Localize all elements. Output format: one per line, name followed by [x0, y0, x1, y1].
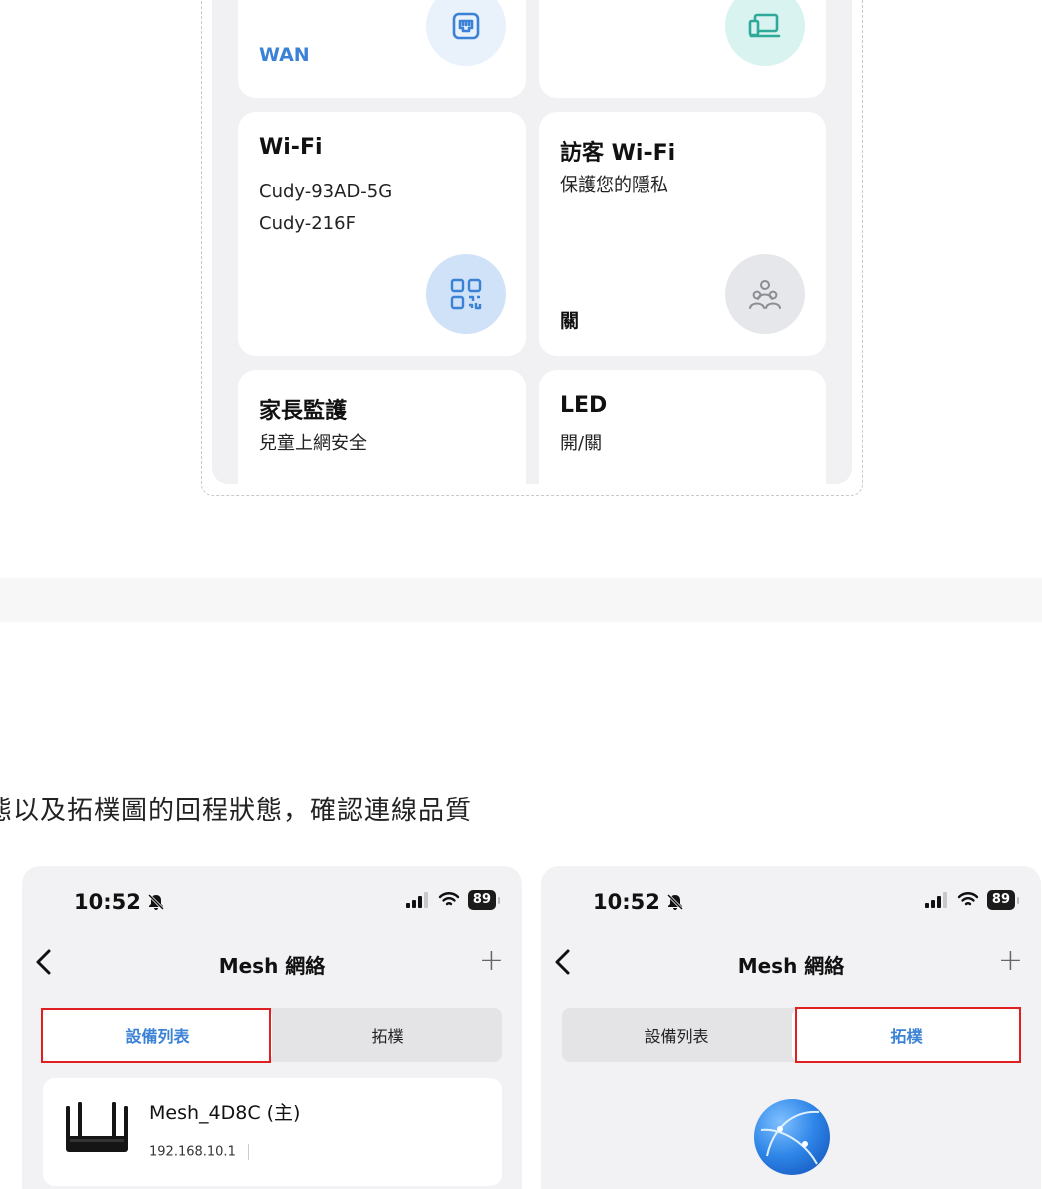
guest-wifi-subtitle: 保護您的隱私	[560, 175, 668, 196]
laptop-icon	[725, 0, 805, 66]
router-icon	[66, 1102, 128, 1152]
qr-code-icon[interactable]	[426, 254, 506, 334]
add-node-button[interactable]: +	[479, 946, 504, 976]
wan-label: WAN	[259, 44, 310, 66]
wifi-signal-icon	[957, 892, 979, 906]
tile-led[interactable]: LED 開/關	[539, 370, 826, 484]
bell-muted-icon	[147, 893, 164, 911]
highlight-box-topology	[795, 1007, 1021, 1063]
led-subtitle: 開/關	[560, 433, 603, 454]
wifi-ssid-24g: Cudy-216F	[259, 213, 356, 234]
parental-subtitle: 兒童上網安全	[259, 433, 367, 454]
battery-tip	[1017, 896, 1019, 904]
guest-wifi-title: 訪客 Wi-Fi	[560, 141, 676, 166]
tile-wifi[interactable]: Wi-Fi Cudy-93AD-5G Cudy-216F	[238, 112, 526, 356]
mesh-device-card[interactable]: Mesh_4D8C (主) 192.168.10.1	[43, 1078, 502, 1186]
status-bar-time: 10:52	[593, 890, 684, 914]
tile-wan[interactable]: WAN	[238, 0, 526, 98]
section-divider	[0, 578, 1042, 622]
phone-screen-device-list: 10:52 89 Mesh 網絡 + 設備列表 拓樸 Mesh_4D8C (主)…	[22, 866, 522, 1189]
wifi-ssid-5g: Cudy-93AD-5G	[259, 181, 393, 202]
highlight-box-device-list	[41, 1008, 271, 1063]
bell-muted-icon	[666, 893, 683, 911]
section-caption: 態以及拓樸圖的回程狀態，確認連線品質	[0, 796, 473, 826]
device-ip: 192.168.10.1	[149, 1144, 236, 1160]
status-time-text: 10:52	[74, 890, 141, 914]
ethernet-port-icon	[426, 0, 506, 66]
battery-level: 89	[986, 890, 1015, 910]
globe-icon	[754, 1099, 830, 1175]
tile-devices[interactable]	[539, 0, 826, 98]
users-icon	[725, 254, 805, 334]
wifi-signal-icon	[438, 892, 460, 906]
tab-device-list[interactable]: 設備列表	[562, 1008, 791, 1062]
tab-topology[interactable]: 拓樸	[273, 1008, 502, 1062]
battery-level: 89	[467, 890, 496, 910]
parental-title: 家長監護	[259, 399, 348, 424]
tile-guest-wifi[interactable]: 訪客 Wi-Fi 保護您的隱私 關	[539, 112, 826, 356]
device-ip-row: 192.168.10.1	[149, 1144, 249, 1160]
status-bar-time: 10:52	[74, 890, 165, 914]
add-node-button[interactable]: +	[998, 946, 1023, 976]
wifi-title: Wi-Fi	[259, 135, 323, 160]
ip-separator	[247, 1144, 249, 1160]
page-title: Mesh 網絡	[218, 954, 326, 978]
device-name: Mesh_4D8C (主)	[149, 1102, 301, 1124]
guest-wifi-status: 關	[560, 310, 580, 332]
page-title: Mesh 網絡	[737, 954, 845, 978]
led-title: LED	[560, 393, 608, 418]
signal-icon	[405, 892, 428, 908]
status-bar-indicators: 89	[924, 890, 1019, 910]
signal-icon	[924, 892, 947, 908]
status-time-text: 10:52	[593, 890, 660, 914]
phone-screen-topology: 10:52 89 Mesh 網絡 + 設備列表 拓樸	[541, 866, 1041, 1189]
tile-parental-control[interactable]: 家長監護 兒童上網安全	[238, 370, 526, 484]
status-bar-indicators: 89	[405, 890, 500, 910]
battery-tip	[498, 896, 500, 904]
dashboard-panel: WAN Wi-Fi Cudy-93AD-5G Cudy-216F 訪客 Wi-F…	[212, 0, 852, 484]
